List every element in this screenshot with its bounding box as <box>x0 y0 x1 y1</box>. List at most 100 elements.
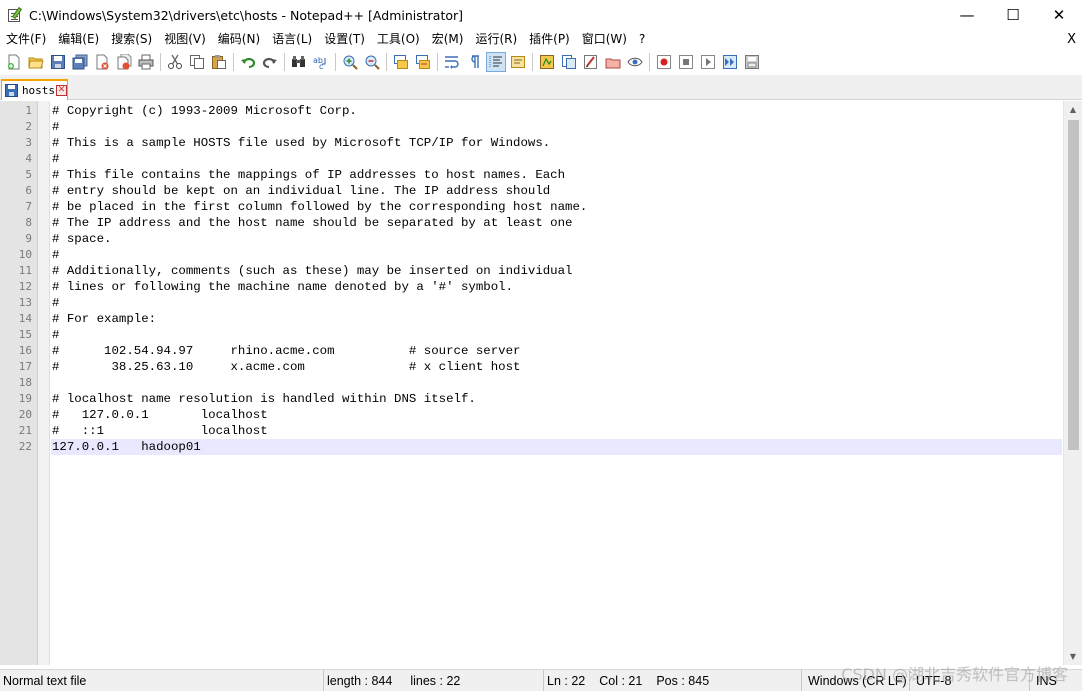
close-icon[interactable] <box>93 53 111 71</box>
zoom-out-icon[interactable] <box>363 53 381 71</box>
function-list-icon[interactable] <box>560 53 578 71</box>
editor-line[interactable]: 1 # Copyright (c) 1993-2009 Microsoft Cor… <box>0 103 1064 119</box>
line-text[interactable]: # 102.54.94.97 rhino.acme.com # source s… <box>52 343 520 359</box>
line-text[interactable]: # Copyright (c) 1993-2009 Microsoft Corp… <box>52 103 357 119</box>
line-text[interactable]: # <box>52 119 59 135</box>
menu-help[interactable]: ? <box>633 30 651 49</box>
line-text[interactable]: # This file contains the mappings of IP … <box>52 167 565 183</box>
zoom-in-icon[interactable] <box>341 53 359 71</box>
eye-icon[interactable] <box>626 53 644 71</box>
line-text[interactable]: # <box>52 295 59 311</box>
editor-line[interactable]: 6 # entry should be kept on an individual… <box>0 183 1064 199</box>
record-macro-icon[interactable] <box>655 53 673 71</box>
paste-icon[interactable] <box>210 53 228 71</box>
close-all-icon[interactable] <box>115 53 133 71</box>
document-map-icon[interactable] <box>538 53 556 71</box>
menu-view[interactable]: 视图(V) <box>158 30 212 49</box>
editor[interactable]: 1 # Copyright (c) 1993-2009 Microsoft Cor… <box>0 101 1082 665</box>
editor-line[interactable]: 11 # Additionally, comments (such as thes… <box>0 263 1064 279</box>
editor-line[interactable]: 14 # For example: <box>0 311 1064 327</box>
menu-macro[interactable]: 宏(M) <box>426 30 470 49</box>
save-macro-icon[interactable] <box>743 53 761 71</box>
save-all-icon[interactable] <box>71 53 89 71</box>
editor-line[interactable]: 2 # <box>0 119 1064 135</box>
menu-language[interactable]: 语言(L) <box>266 30 318 49</box>
editor-line[interactable]: 22 127.0.0.1 hadoop01 <box>0 439 1064 455</box>
line-text[interactable]: # The IP address and the host name shoul… <box>52 215 573 231</box>
editor-line[interactable]: 7 # be placed in the first column followe… <box>0 199 1064 215</box>
copy-icon[interactable] <box>188 53 206 71</box>
editor-line[interactable]: 20 # 127.0.0.1 localhost <box>0 407 1064 423</box>
text-area[interactable]: 1 # Copyright (c) 1993-2009 Microsoft Cor… <box>0 103 1064 455</box>
save-icon[interactable] <box>49 53 67 71</box>
tab-close-button[interactable]: ✕ <box>56 85 67 96</box>
menu-window[interactable]: 窗口(W) <box>576 30 633 49</box>
editor-line[interactable]: 16 # 102.54.94.97 rhino.acme.com # source… <box>0 343 1064 359</box>
tab-hosts[interactable]: hosts ✕ <box>1 79 68 100</box>
monitoring-icon[interactable] <box>604 53 622 71</box>
line-text[interactable]: # For example: <box>52 311 156 327</box>
menu-edit[interactable]: 编辑(E) <box>52 30 105 49</box>
playback-icon[interactable] <box>699 53 717 71</box>
print-icon[interactable] <box>137 53 155 71</box>
editor-line[interactable]: 12 # lines or following the machine name … <box>0 279 1064 295</box>
editor-line[interactable]: 10 # <box>0 247 1064 263</box>
minimize-button[interactable]: — <box>944 0 990 30</box>
line-text[interactable]: # Additionally, comments (such as these)… <box>52 263 573 279</box>
maximize-button[interactable]: ☐ <box>990 0 1036 30</box>
editor-line[interactable]: 9 # space. <box>0 231 1064 247</box>
close-document-button[interactable]: X <box>1067 30 1076 49</box>
open-file-icon[interactable] <box>27 53 45 71</box>
user-language-icon[interactable] <box>509 53 527 71</box>
line-text[interactable]: 127.0.0.1 hadoop01 <box>52 439 201 455</box>
word-wrap-icon[interactable] <box>443 53 461 71</box>
editor-line[interactable]: 15 # <box>0 327 1064 343</box>
editor-line[interactable]: 18 <box>0 375 1064 391</box>
line-text[interactable]: # be placed in the first column followed… <box>52 199 587 215</box>
indent-guide-icon[interactable] <box>486 52 506 72</box>
new-file-icon[interactable] <box>5 53 23 71</box>
line-text[interactable]: # lines or following the machine name de… <box>52 279 513 295</box>
sync-horizontal-icon[interactable] <box>414 53 432 71</box>
line-text[interactable]: # 127.0.0.1 localhost <box>52 407 268 423</box>
editor-line[interactable]: 8 # The IP address and the host name shou… <box>0 215 1064 231</box>
line-text[interactable]: # space. <box>52 231 112 247</box>
line-text[interactable]: # This is a sample HOSTS file used by Mi… <box>52 135 550 151</box>
menu-run[interactable]: 运行(R) <box>469 30 523 49</box>
line-text[interactable]: # localhost name resolution is handled w… <box>52 391 476 407</box>
undo-icon[interactable] <box>239 53 257 71</box>
line-text[interactable]: # <box>52 247 59 263</box>
find-icon[interactable] <box>290 53 308 71</box>
line-text[interactable]: # 38.25.63.10 x.acme.com # x client host <box>52 359 520 375</box>
scrollbar-thumb[interactable] <box>1068 120 1079 450</box>
replace-icon[interactable]: ab c <box>312 53 330 71</box>
editor-line[interactable]: 13 # <box>0 295 1064 311</box>
stop-record-icon[interactable] <box>677 53 695 71</box>
editor-line[interactable]: 19 # localhost name resolution is handled… <box>0 391 1064 407</box>
menu-encoding[interactable]: 编码(N) <box>212 30 266 49</box>
menu-search[interactable]: 搜索(S) <box>105 30 158 49</box>
editor-line[interactable]: 17 # 38.25.63.10 x.acme.com # x client ho… <box>0 359 1064 375</box>
close-button[interactable]: ✕ <box>1036 0 1082 30</box>
show-all-chars-icon[interactable] <box>465 53 483 71</box>
run-macro-multiple-icon[interactable] <box>721 53 739 71</box>
sync-vertical-icon[interactable] <box>392 53 410 71</box>
line-text[interactable]: # entry should be kept on an individual … <box>52 183 550 199</box>
cut-icon[interactable] <box>166 53 184 71</box>
menu-settings[interactable]: 设置(T) <box>318 30 371 49</box>
editor-line[interactable]: 4 # <box>0 151 1064 167</box>
redo-icon[interactable] <box>261 53 279 71</box>
editor-line[interactable]: 3 # This is a sample HOSTS file used by M… <box>0 135 1064 151</box>
editor-line[interactable]: 21 # ::1 localhost <box>0 423 1064 439</box>
status-pos: Pos : 845 <box>656 674 710 688</box>
line-text[interactable]: # <box>52 327 59 343</box>
line-text[interactable]: # ::1 localhost <box>52 423 268 439</box>
folder-workspace-icon[interactable] <box>582 53 600 71</box>
vertical-scrollbar[interactable]: ▲ ▼ <box>1063 101 1082 665</box>
editor-line[interactable]: 5 # This file contains the mappings of IP… <box>0 167 1064 183</box>
menu-plugins[interactable]: 插件(P) <box>523 30 576 49</box>
menu-tools[interactable]: 工具(O) <box>371 30 426 49</box>
scroll-up-icon[interactable]: ▲ <box>1064 101 1082 118</box>
line-text[interactable]: # <box>52 151 59 167</box>
menu-file[interactable]: 文件(F) <box>0 30 52 49</box>
